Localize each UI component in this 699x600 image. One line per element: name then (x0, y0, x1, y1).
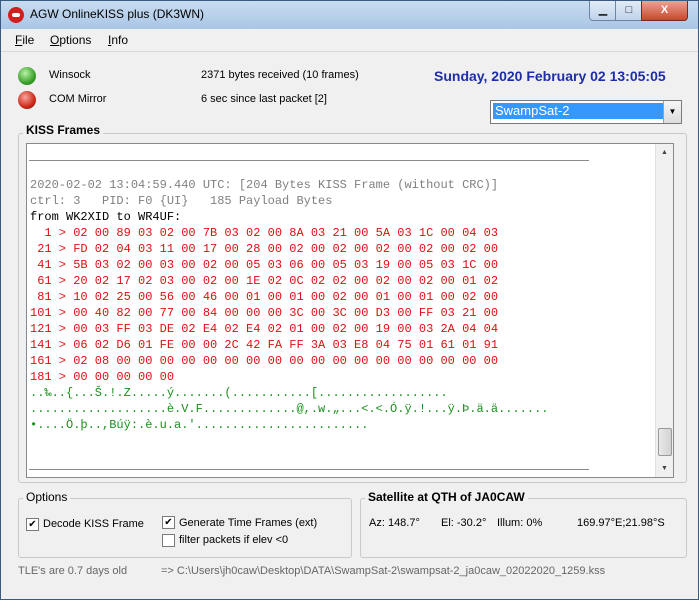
generate-time-label[interactable]: Generate Time Frames (ext) (179, 517, 317, 529)
winsock-status-led (18, 67, 36, 85)
elevation-value: El: -30.2° (441, 517, 487, 529)
chevron-down-icon[interactable]: ▼ (663, 101, 681, 123)
hex-line: 161 > 02 08 00 00 00 00 00 00 00 00 00 0… (30, 354, 499, 368)
window-title: AGW OnlineKISS plus (DK3WN) (30, 7, 205, 21)
satellite-select-value: SwampSat-2 (493, 103, 663, 119)
close-button[interactable]: X (641, 1, 688, 21)
options-title: Options (23, 490, 71, 504)
azimuth-value: Az: 148.7° (369, 517, 420, 529)
scroll-down-icon[interactable]: ▼ (656, 460, 673, 477)
frame-header-line: 2020-02-02 13:04:59.440 UTC: [204 Bytes … (30, 178, 499, 192)
ascii-line: ...................è.V.F.............@,.… (30, 402, 549, 416)
menu-file[interactable]: File (15, 33, 34, 47)
winsock-label: Winsock (49, 69, 91, 81)
satellite-select[interactable]: SwampSat-2 ▼ (490, 100, 682, 124)
com-mirror-info: 6 sec since last packet [2] (201, 93, 327, 105)
frame-from-line: from WK2XID to WR4UF: (30, 210, 182, 224)
log-file-path: => C:\Users\jh0caw\Desktop\DATA\SwampSat… (161, 565, 606, 577)
datetime-display: Sunday, 2020 February 02 13:05:05 (434, 68, 666, 84)
hex-line: 121 > 00 03 FF 03 DE 02 E4 02 E4 02 01 0… (30, 322, 499, 336)
generate-time-checkbox[interactable]: ✔ (162, 516, 175, 529)
hex-line: 1 > 02 00 89 03 02 00 7B 03 02 00 8A 03 … (30, 226, 499, 240)
menu-bar: File Options Info (1, 29, 698, 52)
satellite-qth-title: Satellite at QTH of JA0CAW (365, 490, 528, 504)
scrollbar-thumb[interactable] (658, 428, 672, 456)
app-logo-icon[interactable] (8, 7, 24, 23)
filter-packets-checkbox[interactable] (162, 534, 175, 547)
filter-packets-label[interactable]: filter packets if elev <0 (179, 534, 288, 546)
menu-info[interactable]: Info (108, 33, 128, 47)
minimize-button[interactable]: ▁ (589, 1, 617, 21)
hex-line: 81 > 10 02 25 00 56 00 46 00 01 00 01 00… (30, 290, 499, 304)
hex-line: 21 > FD 02 04 03 11 00 17 00 28 00 02 00… (30, 242, 499, 256)
decode-kiss-label[interactable]: Decode KISS Frame (43, 518, 144, 530)
main-window: AGW OnlineKISS plus (DK3WN) ▁ □ X File O… (0, 0, 699, 600)
title-bar[interactable]: AGW OnlineKISS plus (DK3WN) ▁ □ X (1, 1, 698, 29)
hex-line: 181 > 00 00 00 00 00 (30, 370, 175, 384)
hex-line: 101 > 00 40 82 00 77 00 84 00 00 00 3C 0… (30, 306, 499, 320)
maximize-button[interactable]: □ (615, 1, 643, 21)
scroll-up-icon[interactable]: ▲ (656, 144, 673, 161)
decode-kiss-checkbox[interactable]: ✔ (26, 518, 39, 531)
kiss-frames-log[interactable]: 2020-02-02 13:04:59.440 UTC: [204 Bytes … (26, 143, 674, 478)
kiss-frames-title: KISS Frames (23, 123, 104, 137)
hex-line: 61 > 20 02 17 02 03 00 02 00 1E 02 0C 02… (30, 274, 499, 288)
sub-satellite-position: 169.97°E;21.98°S (577, 517, 665, 529)
frame-ctrl-line: ctrl: 3 PID: F0 {UI} 185 Payload Bytes (30, 194, 333, 208)
com-mirror-label: COM Mirror (49, 93, 107, 105)
winsock-info: 2371 bytes received (10 frames) (201, 69, 359, 81)
illumination-value: Illum: 0% (497, 517, 543, 529)
separator-line (29, 469, 589, 470)
separator-line (29, 160, 589, 161)
vertical-scrollbar[interactable]: ▲ ▼ (655, 144, 673, 477)
menu-options[interactable]: Options (50, 33, 91, 47)
hex-line: 141 > 06 02 D6 01 FE 00 00 2C 42 FA FF 3… (30, 338, 499, 352)
ascii-line: •....Ö.þ..,Búÿ:.è.u.a.'.................… (30, 418, 369, 432)
hex-line: 41 > 5B 03 02 00 03 00 02 00 05 03 06 00… (30, 258, 499, 272)
ascii-line: ..‰..{...Š.!.Z.....ý.......(...........[… (30, 386, 448, 400)
tle-age-status: TLE's are 0.7 days old (18, 565, 128, 577)
com-mirror-status-led (18, 91, 36, 109)
